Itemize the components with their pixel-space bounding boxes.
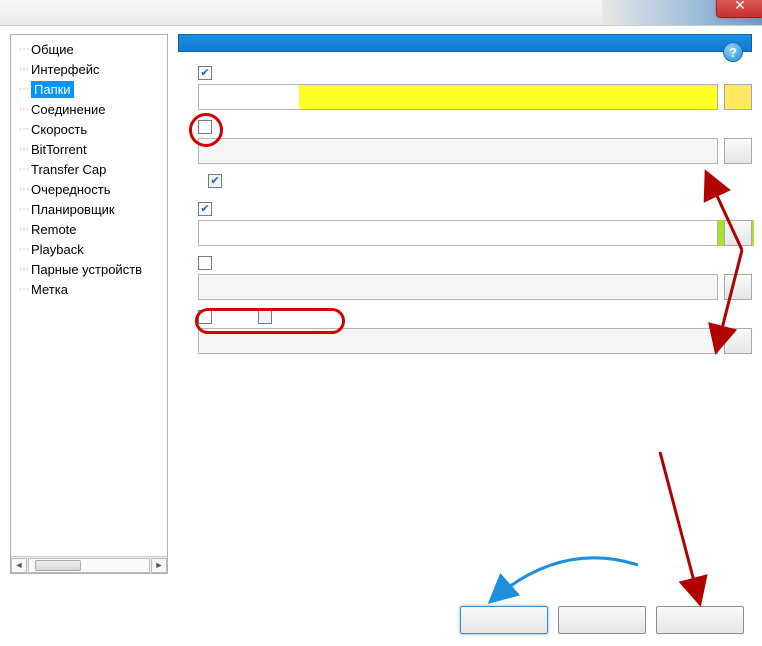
sidebar-hscrollbar[interactable]: ◄ ► <box>11 556 167 573</box>
browse-move-completed[interactable] <box>724 138 752 164</box>
sidebar-item-label: Папки <box>31 81 74 98</box>
browse-save-torrents[interactable] <box>724 220 752 246</box>
tree-dot-icon: ⋯ <box>17 84 31 95</box>
ok-button[interactable] <box>460 606 548 634</box>
scroll-right-icon[interactable]: ► <box>151 558 167 573</box>
sidebar-item-1[interactable]: ⋯Интерфейс <box>11 59 167 79</box>
sidebar-item-6[interactable]: ⋯Transfer Cap <box>11 159 167 179</box>
sidebar-item-label: Метка <box>31 282 68 297</box>
tree-dot-icon: ⋯ <box>17 44 31 55</box>
help-icon[interactable]: ? <box>723 42 743 62</box>
sidebar-item-3[interactable]: ⋯Соединение <box>11 99 167 119</box>
sidebar-item-label: Парные устройств <box>31 262 142 277</box>
sidebar-item-11[interactable]: ⋯Парные устройств <box>11 259 167 279</box>
sidebar-item-5[interactable]: ⋯BitTorrent <box>11 139 167 159</box>
tree-dot-icon: ⋯ <box>17 124 31 135</box>
tree-dot-icon: ⋯ <box>17 204 31 215</box>
checkbox-move-completed[interactable] <box>198 120 212 134</box>
row-only-default <box>178 174 752 188</box>
tree-dot-icon: ⋯ <box>17 184 31 195</box>
panel-header: ? <box>178 34 752 52</box>
input-move-completed-path[interactable] <box>198 138 718 164</box>
input-save-torrents-path[interactable] <box>198 220 718 246</box>
scroll-thumb[interactable] <box>35 560 81 571</box>
browse-put-downloads[interactable] <box>724 84 752 110</box>
browse-move-torrents[interactable] <box>724 274 752 300</box>
checkbox-move-torrents[interactable] <box>198 256 212 270</box>
tree-dot-icon: ⋯ <box>17 264 31 275</box>
tree-dot-icon: ⋯ <box>17 64 31 75</box>
tree-dot-icon: ⋯ <box>17 144 31 155</box>
sidebar-item-label: Очередность <box>31 182 111 197</box>
sidebar-item-10[interactable]: ⋯Playback <box>11 239 167 259</box>
settings-panel: ? <box>178 34 752 574</box>
sidebar-item-4[interactable]: ⋯Скорость <box>11 119 167 139</box>
sidebar-item-7[interactable]: ⋯Очередность <box>11 179 167 199</box>
sidebar-item-label: BitTorrent <box>31 142 87 157</box>
browse-autoload[interactable] <box>724 328 752 354</box>
field-move-torrents <box>178 274 752 300</box>
row-move-completed[interactable] <box>178 120 752 134</box>
sidebar-item-label: Playback <box>31 242 84 257</box>
sidebar-item-label: Интерфейс <box>31 62 99 77</box>
sidebar-item-label: Transfer Cap <box>31 162 106 177</box>
sidebar-item-label: Планировщик <box>31 202 115 217</box>
sidebar-item-2[interactable]: ⋯Папки <box>11 79 167 99</box>
close-button[interactable]: ✕ <box>716 0 762 18</box>
checkbox-put-downloads[interactable] <box>198 66 212 80</box>
sidebar-item-0[interactable]: ⋯Общие <box>11 39 167 59</box>
input-move-torrents-path[interactable] <box>198 274 718 300</box>
row-put-downloads[interactable] <box>178 66 752 80</box>
checkbox-only-default <box>208 174 222 188</box>
tree-dot-icon: ⋯ <box>17 104 31 115</box>
sidebar-item-label: Общие <box>31 42 74 57</box>
tree-dot-icon: ⋯ <box>17 244 31 255</box>
cancel-button[interactable] <box>558 606 646 634</box>
scroll-left-icon[interactable]: ◄ <box>11 558 27 573</box>
sidebar-item-label: Remote <box>31 222 77 237</box>
checkbox-autoload[interactable] <box>198 310 212 324</box>
tree-dot-icon: ⋯ <box>17 164 31 175</box>
input-put-downloads-path[interactable] <box>198 84 718 110</box>
field-put-downloads <box>178 84 752 110</box>
sidebar-item-label: Соединение <box>31 102 106 117</box>
scroll-track[interactable] <box>28 558 150 573</box>
dialog-buttons <box>0 606 762 634</box>
annotation-yellow-highlight <box>299 85 717 109</box>
sidebar-item-8[interactable]: ⋯Планировщик <box>11 199 167 219</box>
field-move-completed <box>178 138 752 164</box>
sidebar: ⋯Общие⋯Интерфейс⋯Папки⋯Соединение⋯Скорос… <box>10 34 168 574</box>
sidebar-item-9[interactable]: ⋯Remote <box>11 219 167 239</box>
row-autoload[interactable] <box>178 310 752 324</box>
input-autoload-path[interactable] <box>198 328 718 354</box>
sidebar-item-12[interactable]: ⋯Метка <box>11 279 167 299</box>
apply-button[interactable] <box>656 606 744 634</box>
titlebar: ✕ <box>0 0 762 26</box>
tree-dot-icon: ⋯ <box>17 224 31 235</box>
field-save-torrents <box>178 220 752 246</box>
row-move-torrents[interactable] <box>178 256 752 270</box>
checkbox-save-torrents[interactable] <box>198 202 212 216</box>
checkbox-delete-loaded <box>258 310 272 324</box>
row-save-torrents[interactable] <box>178 202 752 216</box>
sidebar-item-label: Скорость <box>31 122 87 137</box>
tree-dot-icon: ⋯ <box>17 284 31 295</box>
field-autoload <box>178 328 752 354</box>
